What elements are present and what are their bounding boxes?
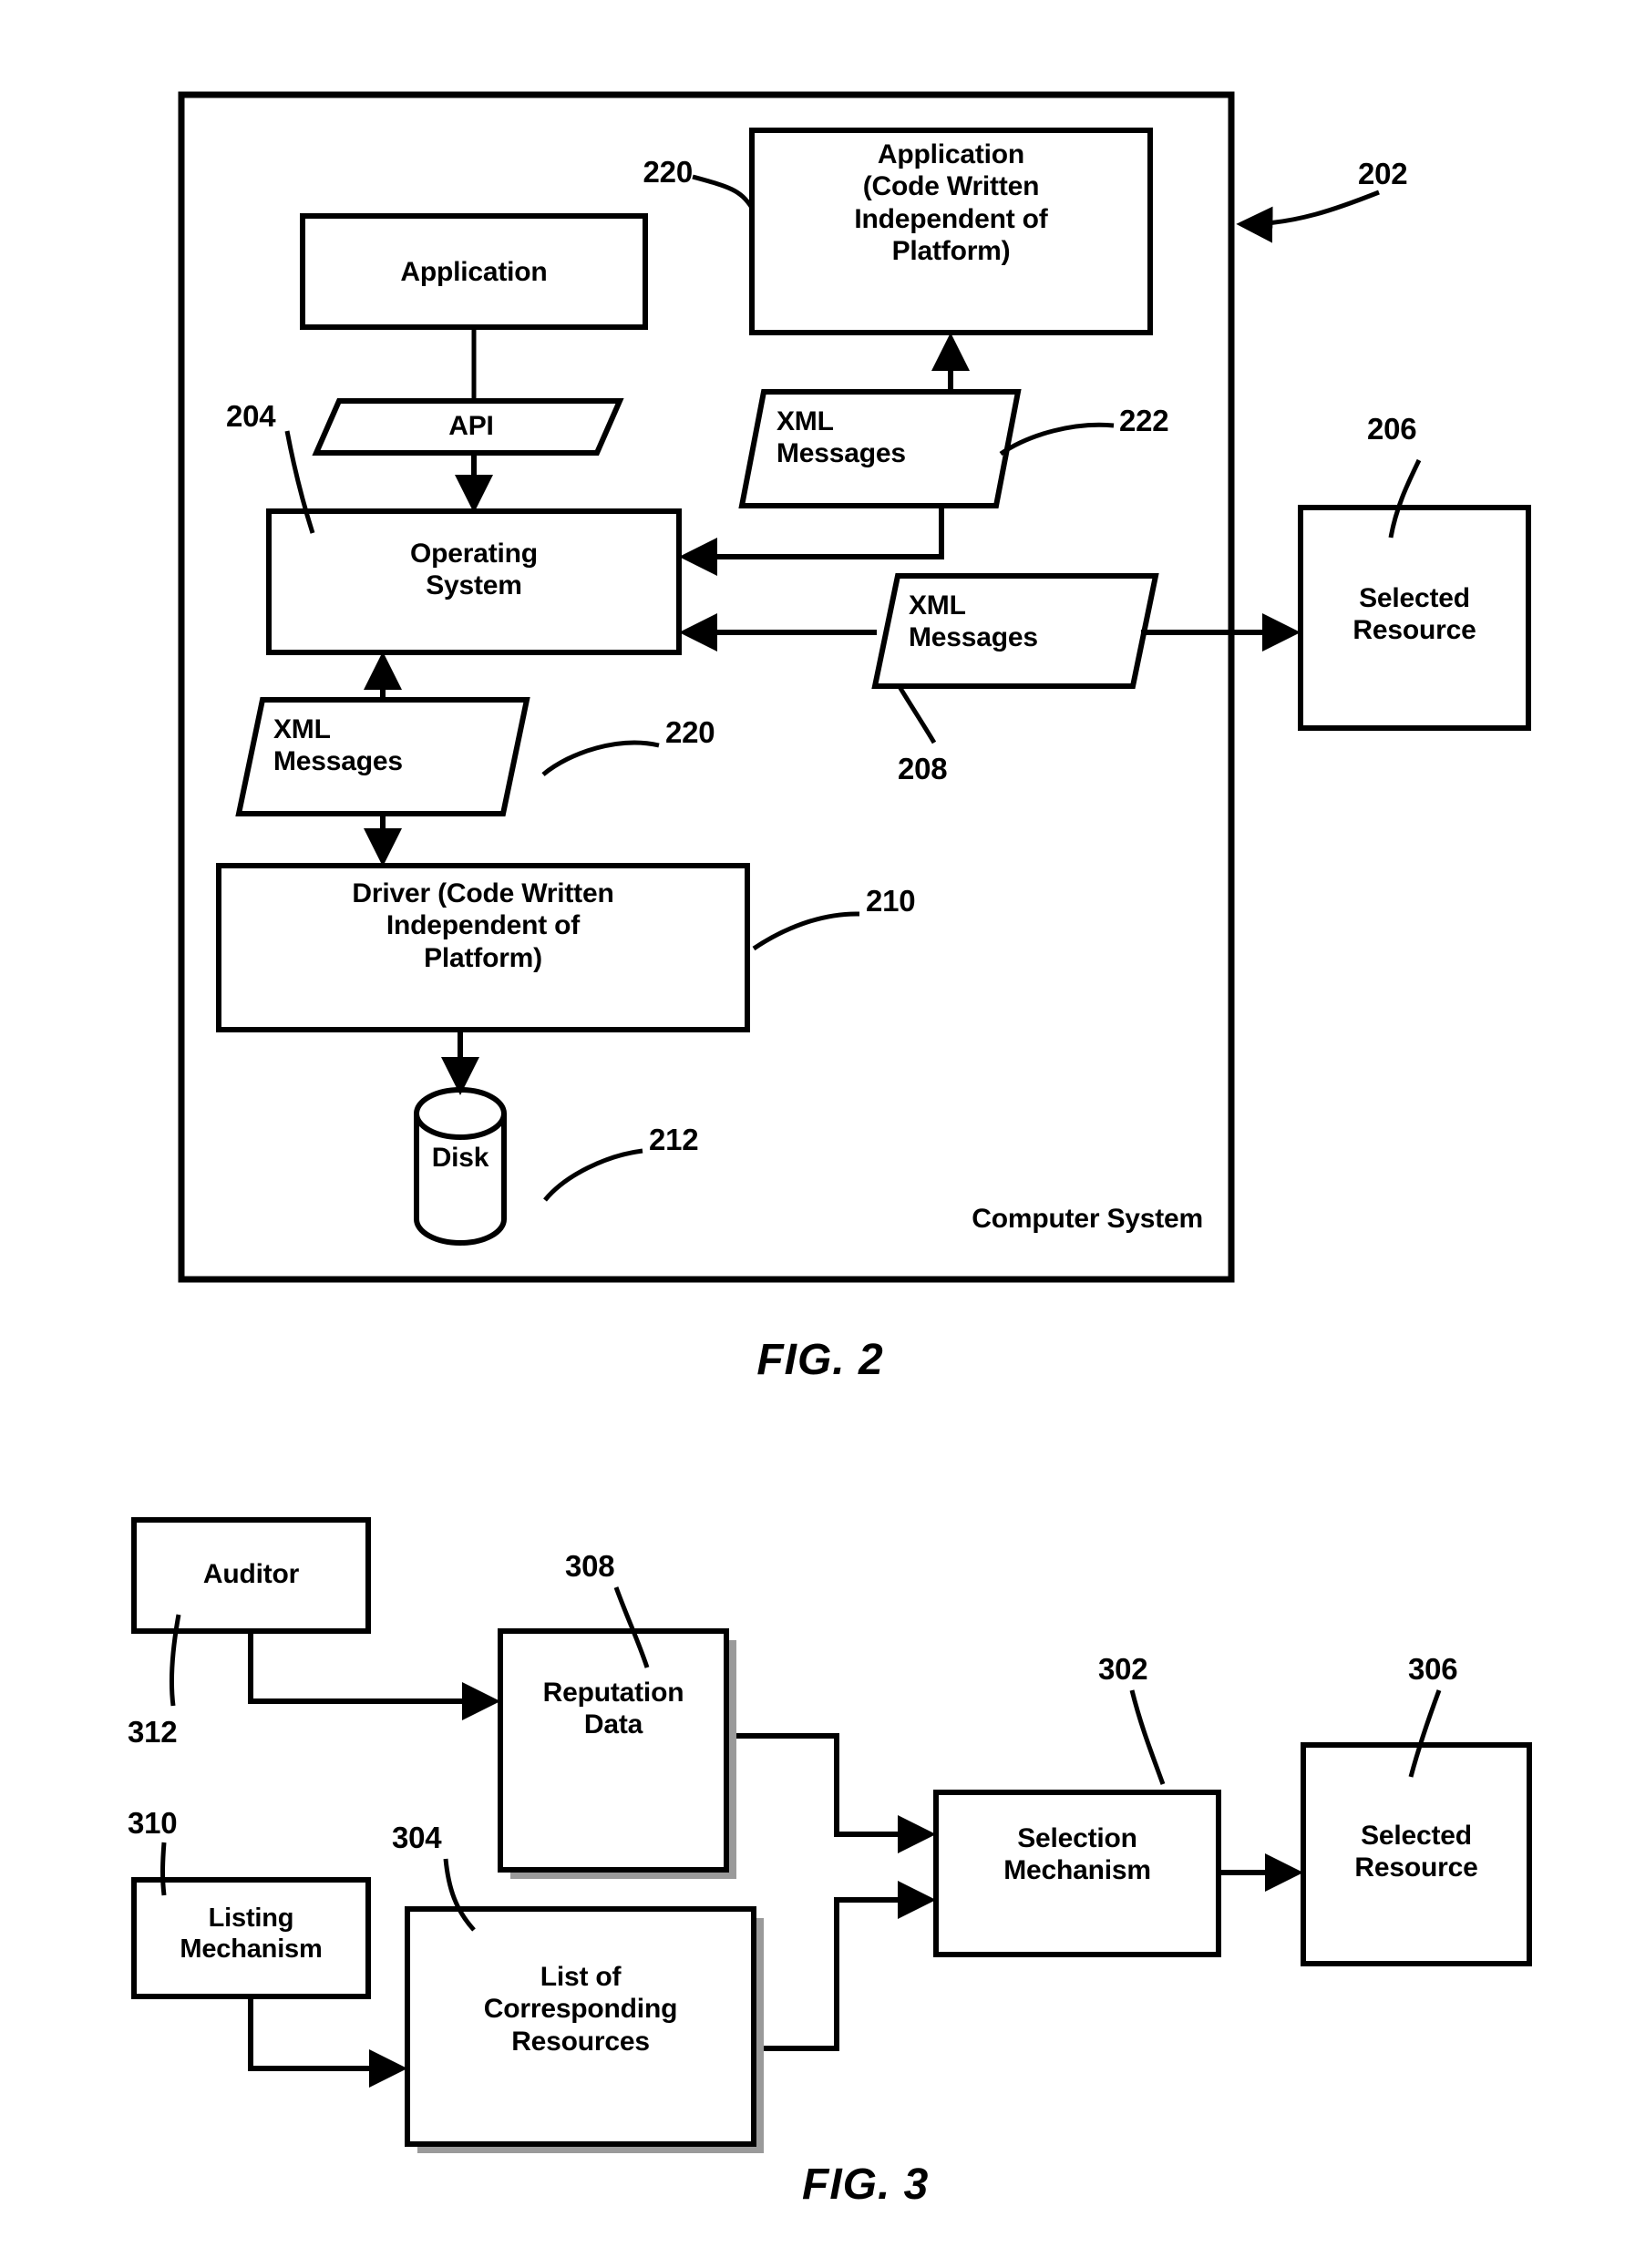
selection-mechanism-label: Selection Mechanism [1003, 1823, 1151, 1886]
ref-304: 304 [392, 1821, 442, 1854]
application-label: Application [400, 257, 548, 287]
ref-312: 312 [128, 1715, 178, 1749]
arrow-list-to-selection-mechanism [764, 1881, 936, 2051]
ref-204: 204 [226, 399, 276, 433]
xml-messages-220-label: XML Messages [273, 714, 403, 777]
leader-310-listing-mechanism [160, 1842, 167, 1896]
leader-212-disk [543, 1148, 643, 1202]
xml-messages-222-label: XML Messages [777, 406, 906, 469]
ref-302: 302 [1098, 1652, 1148, 1686]
listing-mechanism-label: Listing Mechanism [180, 1904, 323, 1965]
ref-306: 306 [1408, 1652, 1458, 1686]
api-label: API [448, 411, 494, 441]
leader-302-selection-mechanism [1129, 1689, 1166, 1785]
leader-202-boundary [1236, 190, 1380, 243]
xml-messages-208-label: XML Messages [909, 590, 1038, 653]
ref-222: 222 [1119, 404, 1169, 437]
ref-210: 210 [866, 884, 916, 918]
ref-220-lower: 220 [665, 715, 715, 749]
selected-resource-206-label: Selected Resource [1352, 583, 1476, 646]
ref-310: 310 [128, 1806, 178, 1840]
reputation-data-label: Reputation Data [542, 1678, 684, 1740]
selected-resource-306-label: Selected Resource [1354, 1821, 1478, 1883]
computer-system-label: Computer System [972, 1204, 1203, 1234]
figure-2-caption: FIG. 2 [756, 1336, 884, 1384]
ref-212: 212 [649, 1123, 699, 1156]
auditor-label: Auditor [202, 1559, 300, 1589]
arrow-listing-mechanism-to-list [248, 1996, 407, 2088]
figure-3-caption: FIG. 3 [802, 2160, 930, 2209]
arrow-xml222-to-operating-system [679, 506, 944, 576]
leader-208-xml-messages [896, 683, 937, 744]
ref-308: 308 [565, 1549, 615, 1583]
leader-220-xml-messages [541, 740, 660, 776]
list-of-corresponding-resources-label: List of Corresponding Resources [483, 1962, 678, 2057]
operating-system-label: Operating System [410, 539, 538, 601]
ref-208: 208 [898, 752, 948, 785]
leader-220-application-independent [692, 174, 755, 210]
leader-222-xml-messages [999, 422, 1115, 457]
ref-206: 206 [1367, 412, 1417, 446]
ref-220-top: 220 [643, 155, 694, 189]
driver-label: Driver (Code Written Independent of Plat… [352, 878, 614, 973]
patent-drawing-sheet: Application Application (Code Written In… [0, 0, 1625, 2268]
arrow-reputation-data-to-selection-mechanism [736, 1733, 936, 1853]
application-independent-label: Application (Code Written Independent of… [854, 139, 1048, 267]
disk-label: Disk [431, 1143, 489, 1173]
reputation-data-box [498, 1628, 729, 1873]
leader-210-driver [752, 911, 860, 951]
ref-202: 202 [1358, 157, 1408, 190]
arrow-auditor-to-reputation-data [248, 1631, 500, 1720]
